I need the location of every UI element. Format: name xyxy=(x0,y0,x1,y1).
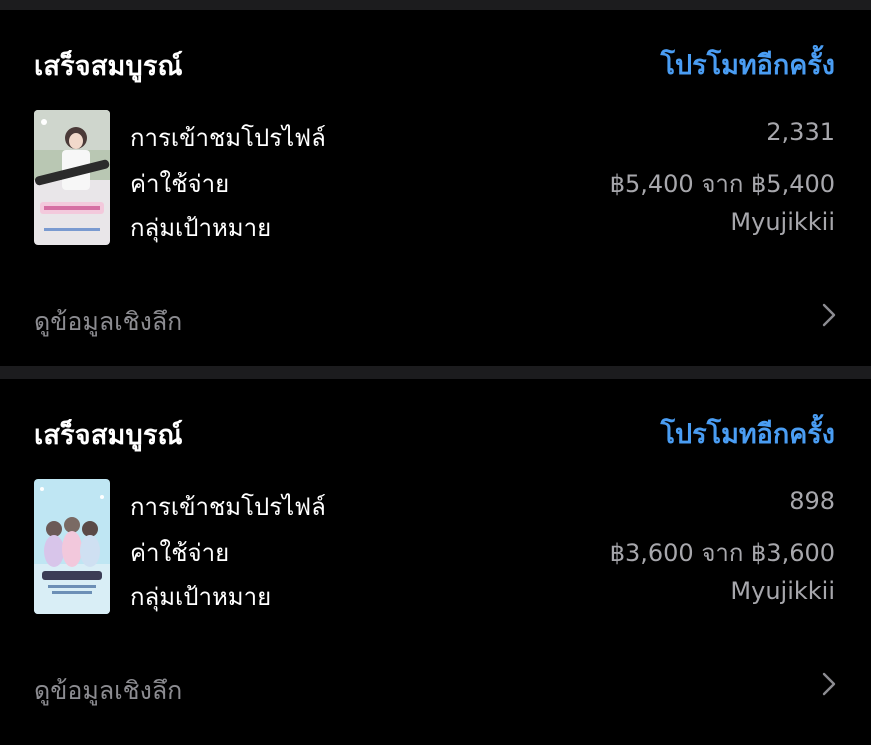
chevron-right-icon[interactable] xyxy=(821,302,837,328)
profile-visits-label: การเข้าชมโปรไฟล์ xyxy=(130,124,326,152)
view-insights-link[interactable]: ดูข้อมูลเชิงลึก xyxy=(34,302,182,342)
spend-value: ฿3,600 จาก ฿3,600 xyxy=(609,539,835,567)
spend-label: ค่าใช้จ่าย xyxy=(130,170,230,198)
promotion-status: เสร็จสมบูรณ์ xyxy=(34,51,183,82)
chevron-right-icon[interactable] xyxy=(821,671,837,697)
promotion-status: เสร็จสมบูรณ์ xyxy=(34,420,183,451)
post-thumbnail[interactable] xyxy=(34,479,110,614)
promotion-card: เสร็จสมบูรณ์ โปรโมทอีกครั้ง การเข้าชมโปร… xyxy=(0,379,871,745)
audience-label: กลุ่มเป้าหมาย xyxy=(130,214,272,242)
promote-again-button[interactable]: โปรโมทอีกครั้ง xyxy=(660,412,835,455)
view-insights-link[interactable]: ดูข้อมูลเชิงลึก xyxy=(34,671,182,711)
spend-label: ค่าใช้จ่าย xyxy=(130,539,230,567)
profile-visits-value: 898 xyxy=(789,487,835,515)
audience-value: Myujikkii xyxy=(730,577,835,605)
profile-visits-label: การเข้าชมโปรไฟล์ xyxy=(130,493,326,521)
spend-value: ฿5,400 จาก ฿5,400 xyxy=(609,170,835,198)
post-thumbnail[interactable] xyxy=(34,110,110,245)
audience-label: กลุ่มเป้าหมาย xyxy=(130,583,272,611)
profile-visits-value: 2,331 xyxy=(766,118,835,146)
audience-value: Myujikkii xyxy=(730,208,835,236)
promotion-card: เสร็จสมบูรณ์ โปรโมทอีกครั้ง การเข้าชมโปร… xyxy=(0,10,871,366)
promote-again-button[interactable]: โปรโมทอีกครั้ง xyxy=(660,43,835,86)
